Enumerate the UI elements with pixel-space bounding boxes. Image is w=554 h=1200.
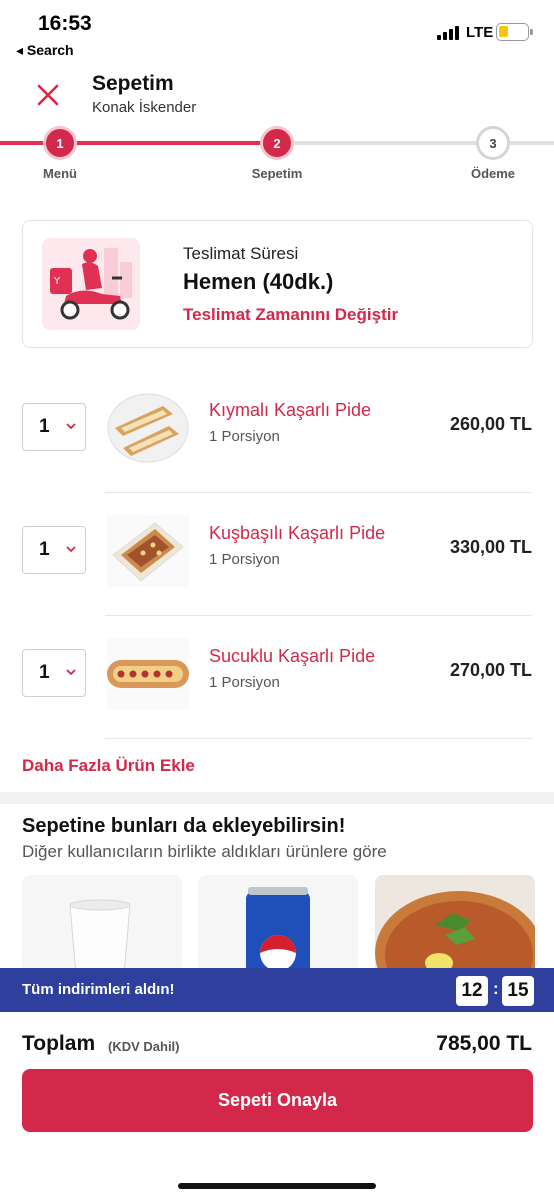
recommended-product-card[interactable] — [375, 875, 535, 975]
recommended-product-card[interactable] — [198, 875, 358, 975]
timer-seconds: 15 — [502, 976, 534, 1006]
delivery-time-label: Teslimat Süresi — [183, 244, 299, 263]
chevron-down-icon — [66, 669, 76, 676]
section-divider — [0, 792, 554, 804]
network-label: LTE — [466, 24, 494, 41]
total-label: Toplam — [22, 1032, 96, 1055]
quantity-value: 1 — [39, 416, 50, 437]
confirm-cart-button[interactable]: Sepeti Onayla — [22, 1069, 533, 1132]
discount-message: Tüm indirimleri aldın! — [22, 981, 175, 998]
battery-icon — [496, 23, 533, 41]
cart-item: 1 Kuşbaşılı Kaşarlı Pide 1 Porsiyon 330,… — [0, 493, 554, 616]
svg-text:Y: Y — [53, 276, 61, 287]
product-price: 260,00 TL — [449, 414, 532, 434]
back-to-search-link[interactable]: ◂ Search — [16, 42, 74, 59]
product-price: 270,00 TL — [449, 660, 532, 680]
product-portion: 1 Porsiyon — [209, 551, 280, 568]
checkout-steps: 1 Menü 2 Sepetim 3 Ödeme — [0, 124, 554, 184]
product-price: 330,00 TL — [449, 537, 532, 557]
milk-glass-image — [22, 875, 182, 975]
recommendations-subtitle: Diğer kullanıcıların birlikte aldıkları … — [22, 842, 387, 861]
product-image — [107, 392, 189, 464]
progress-line-pending — [277, 141, 554, 145]
restaurant-name: Konak İskender — [92, 99, 197, 116]
discount-banner: Tüm indirimleri aldın! 12 : 15 — [0, 968, 554, 1012]
home-indicator[interactable] — [178, 1183, 376, 1189]
step-1-label: Menü — [43, 166, 77, 181]
quantity-select[interactable]: 1 — [22, 403, 86, 451]
page-title: Sepetim — [92, 72, 174, 95]
product-name[interactable]: Kıymalı Kaşarlı Pide — [209, 400, 371, 421]
timer-separator: : — [493, 979, 499, 998]
step-2-label: Sepetim — [251, 166, 303, 181]
step-3-label: Ödeme — [470, 166, 516, 181]
clock: 16:53 — [38, 12, 92, 35]
recommended-product-card[interactable] — [22, 875, 182, 975]
signal-icon — [437, 26, 461, 40]
timer-minutes: 12 — [456, 976, 488, 1006]
product-image — [107, 515, 189, 587]
quantity-select[interactable]: 1 — [22, 526, 86, 574]
step-1-circle[interactable]: 1 — [43, 126, 77, 160]
header: Sepetim Konak İskender — [0, 62, 554, 124]
cart-item: 1 Kıymalı Kaşarlı Pide 1 Porsiyon 260,00… — [0, 370, 554, 493]
change-delivery-time-link[interactable]: Teslimat Zamanını Değiştir — [183, 305, 398, 325]
lahmacun-image — [375, 875, 535, 975]
step-2-circle: 2 — [260, 126, 294, 160]
courier-scooter-icon: Y — [42, 238, 140, 330]
vat-note: (KDV Dahil) — [108, 1039, 180, 1054]
recommendations-title: Sepetine bunları da ekleyebilirsin! — [22, 815, 346, 837]
status-bar: 16:53 ◂ Search LTE — [0, 0, 554, 62]
chevron-down-icon — [66, 546, 76, 553]
product-portion: 1 Porsiyon — [209, 428, 280, 445]
divider — [105, 738, 532, 739]
product-name[interactable]: Kuşbaşılı Kaşarlı Pide — [209, 523, 385, 544]
delivery-time-card: Y Teslimat Süresi Hemen (40dk.) Teslimat… — [22, 220, 533, 348]
total-amount: 785,00 TL — [436, 1032, 532, 1055]
quantity-select[interactable]: 1 — [22, 649, 86, 697]
quantity-value: 1 — [39, 662, 50, 683]
progress-line-done — [0, 141, 277, 145]
soda-can-image — [198, 875, 358, 975]
product-image — [107, 638, 189, 710]
cart-item: 1 Sucuklu Kaşarlı Pide 1 Porsiyon 270,00… — [0, 616, 554, 739]
product-portion: 1 Porsiyon — [209, 674, 280, 691]
order-total: Toplam (KDV Dahil) 785,00 TL — [0, 1012, 554, 1072]
close-icon[interactable] — [33, 80, 63, 110]
delivery-time-value: Hemen (40dk.) — [183, 269, 334, 294]
add-more-products-link[interactable]: Daha Fazla Ürün Ekle — [22, 756, 195, 776]
chevron-down-icon — [66, 423, 76, 430]
product-name[interactable]: Sucuklu Kaşarlı Pide — [209, 646, 375, 667]
quantity-value: 1 — [39, 539, 50, 560]
step-3-circle: 3 — [476, 126, 510, 160]
